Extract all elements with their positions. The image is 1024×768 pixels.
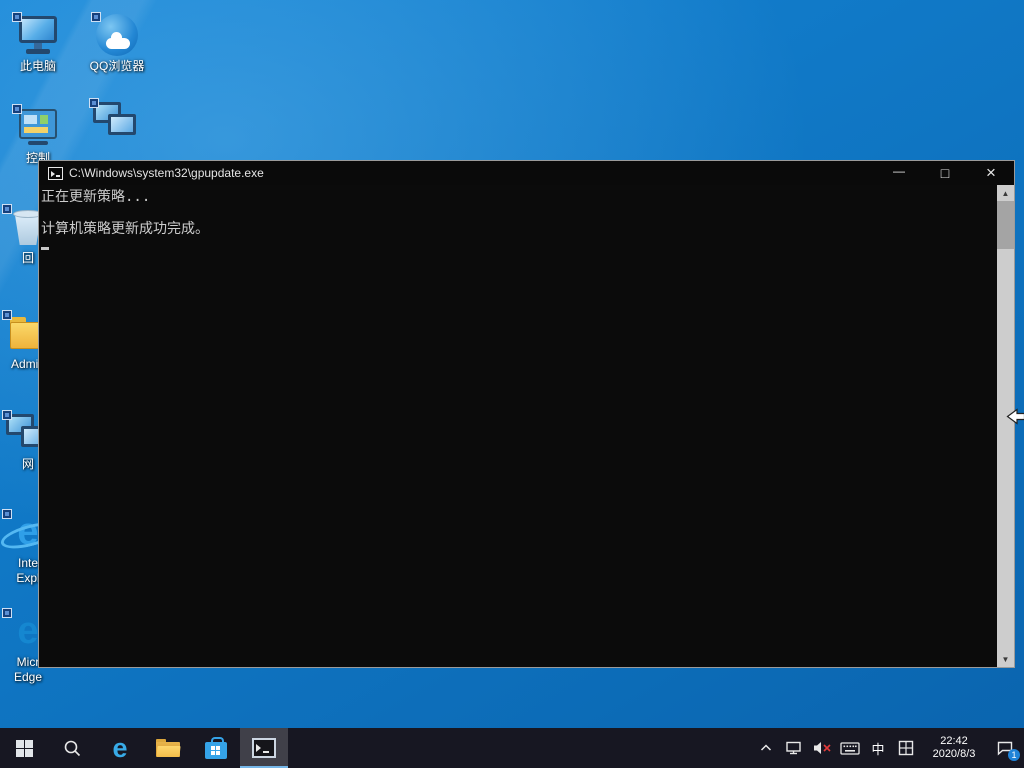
- grid-icon: [898, 740, 914, 756]
- mouse-cursor-icon: [1006, 408, 1024, 431]
- edge-icon: e: [112, 735, 127, 762]
- notification-badge: 1: [1008, 749, 1020, 761]
- edge-letter: e: [17, 610, 38, 652]
- icon-badge: [12, 104, 22, 114]
- ime-mode-button[interactable]: [894, 728, 918, 768]
- taskbar-cmd-button[interactable]: [240, 728, 288, 768]
- icon-badge: [2, 509, 12, 519]
- network-places-icon: [91, 100, 139, 142]
- network-tray-button[interactable]: [782, 728, 806, 768]
- taskbar-store-button[interactable]: [192, 728, 240, 768]
- desktop-icon-qq-browser[interactable]: QQ浏览器: [79, 14, 155, 74]
- console-line: [41, 237, 997, 253]
- ime-label: 中: [871, 739, 884, 758]
- scroll-down-button[interactable]: ▼: [997, 651, 1014, 667]
- minimize-button[interactable]: —: [876, 161, 922, 185]
- qq-browser-icon: [93, 14, 141, 56]
- desktop-icon-label: 此电脑: [0, 59, 76, 74]
- close-button[interactable]: ×: [968, 161, 1014, 185]
- console-line: 计算机策略更新成功完成。: [41, 221, 997, 237]
- icon-badge: [91, 12, 101, 22]
- scrollbar-thumb[interactable]: [997, 201, 1014, 249]
- desktop-wallpaper: 此电脑 QQ浏览器 控制 回 Admin: [0, 0, 1024, 768]
- start-button[interactable]: [0, 728, 48, 768]
- clock-time: 22:42: [922, 735, 986, 748]
- desktop-icon-control-panel[interactable]: 控制: [0, 106, 76, 166]
- maximize-button[interactable]: □: [922, 161, 968, 185]
- chevron-up-icon: [759, 743, 773, 753]
- icon-badge: [2, 310, 12, 320]
- cmd-window-icon: [48, 167, 63, 180]
- control-panel-icon: [14, 106, 62, 148]
- cmd-titlebar[interactable]: C:\Windows\system32\gpupdate.exe — □ ×: [39, 161, 1014, 185]
- ie-letter: e: [17, 511, 38, 553]
- icon-badge: [2, 410, 12, 420]
- icon-badge: [12, 12, 22, 22]
- taskbar-file-explorer-button[interactable]: [144, 728, 192, 768]
- ime-indicator[interactable]: 中: [866, 728, 890, 768]
- icon-badge: [89, 98, 99, 108]
- taskbar-edge-button[interactable]: e: [96, 728, 144, 768]
- console-line: [41, 205, 997, 221]
- cmd-window-title: C:\Windows\system32\gpupdate.exe: [69, 166, 876, 180]
- scroll-down-icon: ▼: [1002, 655, 1010, 664]
- console-line: 正在更新策略...: [41, 189, 997, 205]
- console-text-cursor: [41, 247, 49, 250]
- desktop-icon-this-pc[interactable]: 此电脑: [0, 14, 76, 74]
- search-button[interactable]: [48, 728, 96, 768]
- taskbar: e: [0, 728, 1024, 768]
- search-icon: [62, 738, 82, 758]
- windows-logo-icon: [16, 740, 33, 757]
- store-icon: [205, 742, 227, 759]
- cmd-window: C:\Windows\system32\gpupdate.exe — □ × 正…: [38, 160, 1015, 668]
- desktop-icon-network-places[interactable]: [77, 100, 153, 145]
- system-tray: 中 22:42 2020/8/3 1: [754, 728, 1024, 768]
- network-icon: [785, 740, 803, 756]
- volume-tray-button[interactable]: [810, 728, 834, 768]
- desktop-icon-label: QQ浏览器: [79, 59, 155, 74]
- minimize-icon: —: [893, 164, 905, 178]
- icon-badge: [2, 608, 12, 618]
- taskbar-clock[interactable]: 22:42 2020/8/3: [922, 735, 986, 761]
- console-output[interactable]: 正在更新策略... 计算机策略更新成功完成。: [39, 185, 997, 667]
- scroll-up-icon: ▲: [1002, 189, 1010, 198]
- clock-date: 2020/8/3: [922, 748, 986, 761]
- keyboard-icon: [840, 741, 860, 756]
- tray-expand-button[interactable]: [754, 728, 778, 768]
- file-explorer-icon: [156, 739, 180, 758]
- icon-badge: [2, 204, 12, 214]
- maximize-icon: □: [941, 165, 949, 181]
- close-icon: ×: [986, 163, 996, 183]
- touch-keyboard-button[interactable]: [838, 728, 862, 768]
- action-center-button[interactable]: 1: [990, 728, 1020, 768]
- this-pc-icon: [14, 14, 62, 56]
- volume-muted-icon: [812, 740, 832, 756]
- scroll-up-button[interactable]: ▲: [997, 185, 1014, 201]
- cmd-icon: [252, 738, 276, 758]
